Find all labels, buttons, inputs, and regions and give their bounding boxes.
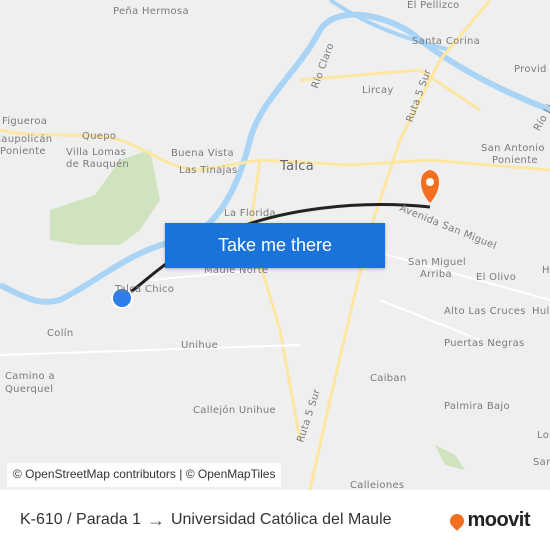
map-label: Talca Chico (115, 284, 175, 295)
map-label: Peña Hermosa (113, 6, 189, 17)
map-label: Lircay (362, 85, 394, 96)
moovit-pin-icon (447, 510, 468, 531)
map-label: Alto Las Cruces (444, 306, 526, 317)
map-label: Villa Lomas (66, 147, 127, 158)
map-label: Unihue (181, 340, 219, 351)
map-label: Figueroa (2, 116, 48, 127)
map-label: Palmira Bajo (444, 401, 510, 412)
destination-pin-dot (426, 178, 434, 186)
map-label: H (542, 265, 550, 276)
map-label: Colín (47, 328, 74, 339)
map-attribution[interactable]: © OpenStreetMap contributors | © OpenMap… (7, 463, 282, 487)
brand-name: moovit (467, 509, 530, 531)
destination-marker[interactable] (421, 170, 439, 203)
destination-pin-icon (421, 170, 439, 203)
map-label: Quepo (82, 131, 117, 142)
map-label: La Florida (224, 208, 276, 219)
map-label: Lo (537, 430, 550, 441)
map-label: Talca (280, 159, 314, 174)
map-label: Poniente (492, 155, 538, 166)
map-label: Camino a (5, 371, 55, 382)
map-label: Caupolicán (0, 134, 53, 145)
map-label: Provid (514, 64, 547, 75)
route-footer: K-610 / Parada 1 → Universidad Católica … (0, 490, 550, 550)
road (0, 344, 301, 356)
map-label: El Olivo (476, 272, 517, 283)
destination-name: Universidad Católica del Maule (170, 511, 392, 528)
map-label: San Antonio (481, 143, 545, 154)
map-label: San Miguel (408, 257, 467, 268)
map-label: Arriba (420, 269, 452, 280)
map-label: El Pellizco (407, 0, 460, 11)
map-label: de Rauquén (66, 159, 130, 170)
map-label: Puertas Negras (444, 338, 525, 349)
road (248, 159, 302, 441)
take-me-there-button[interactable]: Take me there (165, 223, 385, 268)
park-area (435, 445, 465, 470)
map[interactable]: Peña Hermosa El Pellizco Santa Corina Pr… (0, 0, 550, 490)
map-label: Las Tinajas (179, 165, 238, 176)
map-label: Caiban (370, 373, 407, 384)
map-label: Buena Vista (171, 148, 234, 159)
map-label: Querquel (5, 384, 54, 395)
map-label: Santa Corina (412, 36, 481, 47)
origin-name: K-610 / Parada 1 (20, 511, 141, 528)
map-label: Calleiones (350, 480, 405, 490)
map-label: Callejón Unihue (193, 405, 276, 416)
map-label: San (533, 457, 550, 468)
moovit-logo: moovit (447, 509, 530, 532)
map-label: Poniente (0, 146, 46, 157)
map-label: Hul (532, 306, 550, 317)
arrow-right-icon: → (146, 509, 165, 530)
